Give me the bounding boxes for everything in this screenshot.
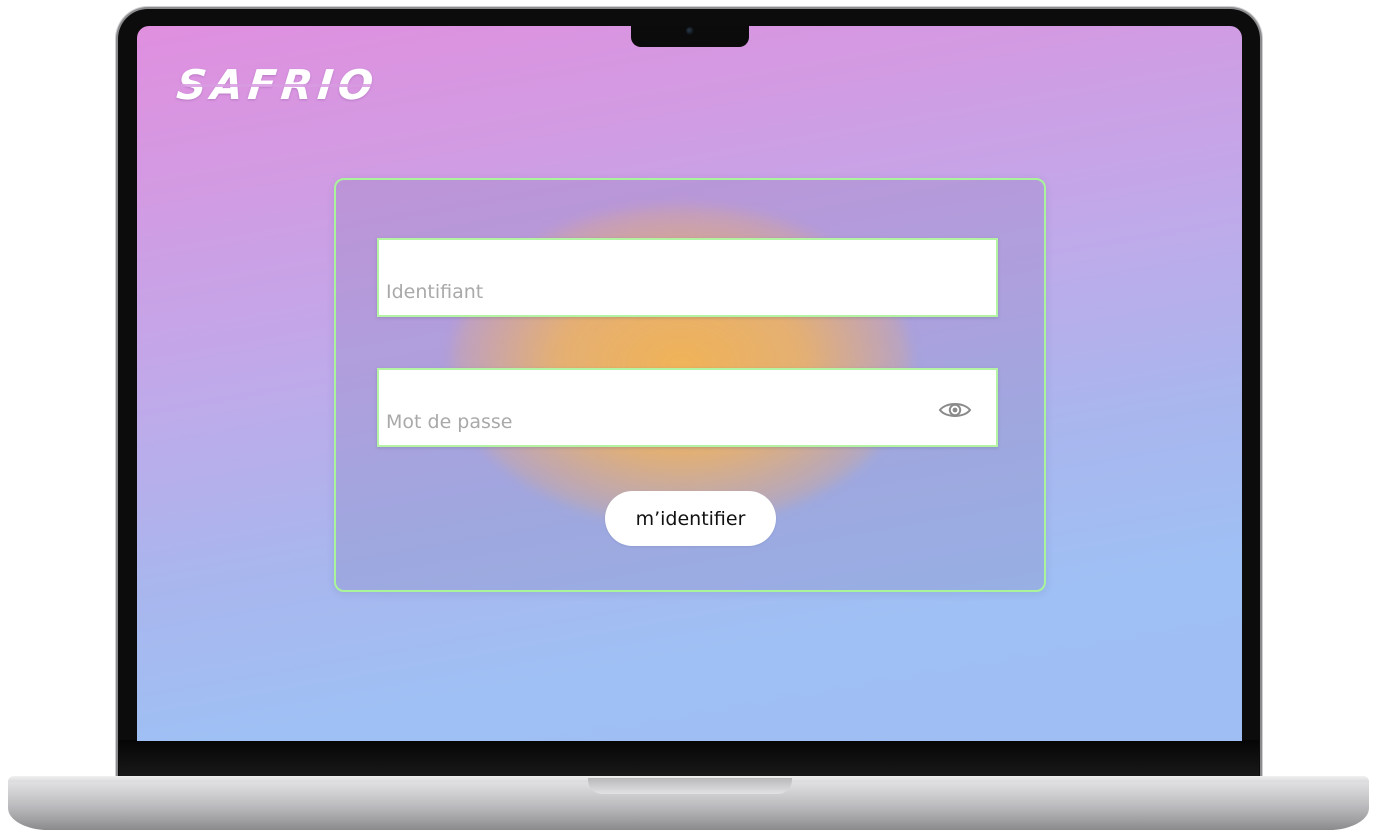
password-input[interactable] xyxy=(379,370,996,445)
login-button[interactable]: m’identifier xyxy=(605,491,776,546)
laptop-mockup: SAFRIO m’identifier xyxy=(0,0,1377,836)
camera-icon xyxy=(686,27,694,35)
login-card: m’identifier xyxy=(334,178,1046,592)
eye-icon[interactable] xyxy=(938,400,972,420)
laptop-bezel-chin xyxy=(119,740,1259,780)
logo-stripe xyxy=(181,84,371,87)
identifier-input[interactable] xyxy=(379,240,996,315)
lid-opening-notch xyxy=(588,778,792,794)
password-field[interactable] xyxy=(377,368,998,447)
screen: SAFRIO m’identifier xyxy=(137,26,1242,741)
identifier-field[interactable] xyxy=(377,238,998,317)
